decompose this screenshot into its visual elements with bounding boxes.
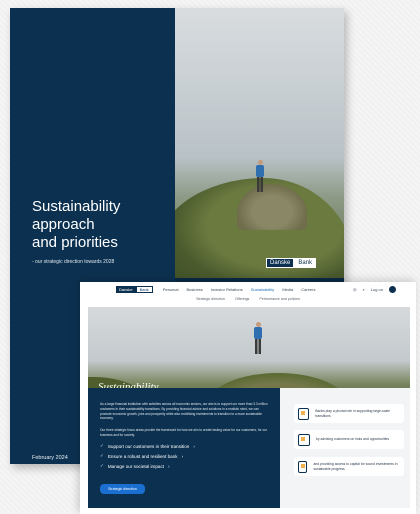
check-icon: ✓ xyxy=(100,463,104,468)
globe-icon[interactable]: ◎ xyxy=(353,287,357,292)
focus-area-item[interactable]: ✓ Ensure a robust and resilient bank › xyxy=(100,453,195,459)
top-navigation: Danske Bank Personal Business Investor R… xyxy=(80,282,416,296)
info-card: Banks play a pivotal role in supporting … xyxy=(294,404,404,423)
hero-hiker-torso xyxy=(254,327,262,339)
bar-chart-icon xyxy=(298,460,308,473)
nav-item-business[interactable]: Business xyxy=(186,287,202,292)
cover-title-line: and priorities xyxy=(32,234,118,251)
cards-panel: Banks play a pivotal role in supporting … xyxy=(280,388,410,508)
intro-panel: As a large financial institution with ac… xyxy=(88,388,280,508)
hiker-figure xyxy=(255,160,265,194)
hero-hiker-legs xyxy=(255,339,261,354)
login-link[interactable]: Log on xyxy=(371,287,383,292)
hero-hiker xyxy=(253,322,262,354)
nav-item-sustainability[interactable]: Sustainability xyxy=(251,287,275,292)
cover-logo-bank: Bank xyxy=(294,258,317,268)
hiker-legs xyxy=(257,177,263,192)
user-icon[interactable] xyxy=(389,285,396,293)
focus-area-label: Ensure a robust and resilient bank xyxy=(107,453,178,459)
subnav-performance-policies[interactable]: Performance and policies xyxy=(259,297,300,301)
chevron-right-icon: › xyxy=(168,463,170,469)
focus-area-label: Support our customers in their transitio… xyxy=(107,443,190,449)
handshake-icon xyxy=(298,407,310,420)
info-card: by advising customers on risks and oppor… xyxy=(294,430,404,449)
info-card-text: and providing access to capital for soun… xyxy=(313,462,398,471)
strategic-direction-button[interactable]: Strategic direction xyxy=(100,484,145,494)
info-card-text: by advising customers on risks and oppor… xyxy=(316,437,390,442)
focus-area-label: Manage our societal impact xyxy=(107,463,165,469)
focus-area-item[interactable]: ✓ Support our customers in their transit… xyxy=(100,443,195,449)
info-card-text: Banks play a pivotal role in supporting … xyxy=(315,409,390,418)
site-logo[interactable]: Danske Bank xyxy=(116,285,153,293)
nav-right: ◎ ⌕ Log on xyxy=(353,285,396,293)
focus-area-list: ✓ Support our customers in their transit… xyxy=(100,443,195,473)
chevron-right-icon: › xyxy=(193,443,195,449)
cover-title: Sustainability approach and priorities xyxy=(32,198,120,252)
focus-area-item[interactable]: ✓ Manage our societal impact › xyxy=(100,463,195,469)
nav-item-media[interactable]: Media xyxy=(282,287,293,292)
website-preview: Danske Bank Personal Business Investor R… xyxy=(80,282,416,514)
sub-navigation: Strategic direction Offerings Performanc… xyxy=(80,297,416,301)
nav-items: Personal Business Investor Relations Sus… xyxy=(163,287,316,292)
nav-item-personal[interactable]: Personal xyxy=(163,287,179,292)
cover-photo xyxy=(175,8,344,278)
nav-item-investor-relations[interactable]: Investor Relations xyxy=(211,287,243,292)
cover-logo-danske: Danske xyxy=(266,258,295,268)
cover-subtitle: - our strategic direction towards 2028 xyxy=(32,259,115,265)
check-icon: ✓ xyxy=(100,453,104,458)
cover-title-line: approach xyxy=(32,216,95,233)
cover-date: February 2024 xyxy=(32,455,68,461)
cover-title-line: Sustainability xyxy=(32,198,121,215)
intro-text: As a large financial institution with ac… xyxy=(100,402,268,421)
check-icon: ✓ xyxy=(100,443,104,448)
hiker-torso xyxy=(256,165,264,177)
cover-logo: Danske Bank xyxy=(266,258,317,268)
search-icon[interactable]: ⌕ xyxy=(363,287,365,292)
advice-icon xyxy=(298,433,310,446)
site-logo-bank: Bank xyxy=(135,285,153,293)
intro-text-2: Our three strategic focus areas provide … xyxy=(100,428,268,437)
chevron-right-icon: › xyxy=(181,453,184,459)
subnav-strategic-direction[interactable]: Strategic direction xyxy=(196,297,225,301)
nav-item-careers[interactable]: Careers xyxy=(301,287,315,292)
site-logo-danske: Danske xyxy=(116,285,136,293)
subnav-offerings[interactable]: Offerings xyxy=(235,297,250,301)
info-card: and providing access to capital for soun… xyxy=(294,457,404,476)
